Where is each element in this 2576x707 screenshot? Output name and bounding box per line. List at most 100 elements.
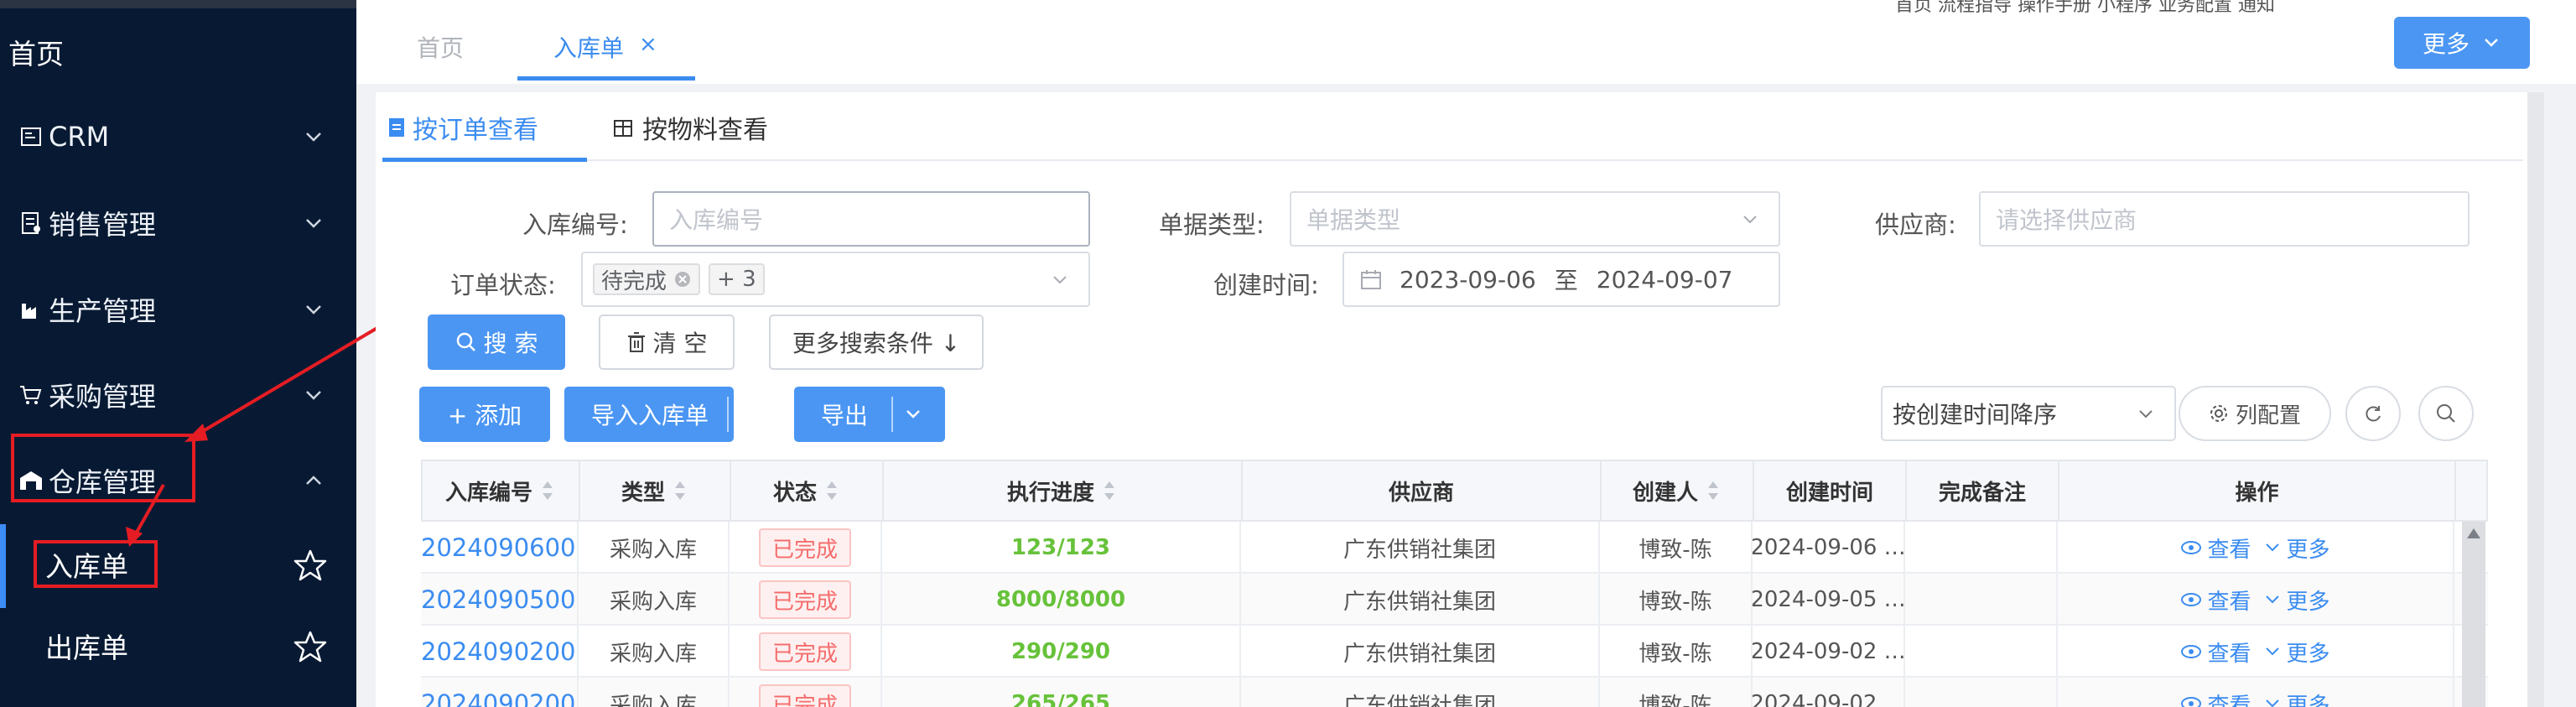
view-link[interactable]: 查看 [2180, 689, 2251, 707]
doc-type-select[interactable]: 单据类型 [1290, 191, 1780, 247]
column-header-progress[interactable]: 执行进度 [884, 461, 1243, 520]
sidebar-item-home[interactable]: 首页 [8, 32, 64, 72]
box-icon [614, 120, 632, 137]
inbound-no-input[interactable]: 入库编号 [652, 191, 1090, 247]
more-actions-link[interactable]: 更多 [2263, 689, 2330, 707]
export-button[interactable]: 导出 [794, 387, 945, 442]
import-button[interactable]: 导入入库单 [564, 387, 753, 442]
column-label: 创建人 [1632, 480, 1698, 506]
sales-icon [17, 209, 45, 237]
column-header-supplier: 供应商 [1243, 461, 1602, 520]
calendar-icon [1361, 270, 1381, 289]
table-scrollbar[interactable] [2462, 522, 2485, 707]
refresh-button[interactable] [2345, 386, 2401, 441]
chevron-down-icon [2485, 39, 2498, 47]
sort-icon [1708, 481, 1718, 500]
order-status-label: 订单状态: [450, 271, 556, 299]
page-scrollbar[interactable] [2527, 92, 2544, 707]
view-link[interactable]: 查看 [2180, 533, 2251, 564]
table-search-button[interactable] [2418, 386, 2474, 441]
created-time-cell: 2024-09-06 … [1753, 522, 1905, 574]
status-tag-count: + 3 [709, 263, 765, 295]
tab-underline [382, 158, 587, 162]
sidebar-item-outbound[interactable]: 出库单 [0, 608, 356, 684]
doc-type-placeholder: 单据类型 [1306, 206, 1401, 234]
chevron-up-icon [306, 476, 321, 485]
status-badge: 已完成 [758, 632, 851, 671]
crm-icon [17, 122, 45, 151]
status-tag: 待完成 [593, 263, 701, 295]
column-header-creator[interactable]: 创建人 [1602, 461, 1754, 520]
star-icon[interactable] [293, 548, 327, 582]
sidebar-item-label: 出库单 [45, 632, 128, 664]
status-cell: 已完成 [730, 678, 882, 707]
eye-icon [2181, 593, 2202, 606]
note-cell [1905, 678, 2058, 707]
sidebar-item-sales[interactable]: 销售管理 [17, 198, 335, 248]
star-icon[interactable] [293, 630, 327, 663]
supplier-select[interactable]: 请选择供应商 [1979, 191, 2470, 247]
creator-cell: 博致-陈 [1600, 626, 1753, 678]
order-status-select[interactable]: 待完成 + 3 [581, 252, 1090, 307]
search-button[interactable]: 搜 索 [428, 315, 565, 370]
sidebar-top-strip [0, 0, 356, 8]
chevron-down-icon[interactable] [903, 404, 923, 424]
column-header-no[interactable]: 入库编号 [423, 461, 580, 520]
sort-icon [675, 481, 685, 500]
tab-home[interactable]: 首页 [417, 30, 464, 64]
view-label: 查看 [2207, 537, 2251, 563]
creator-cell: 博致-陈 [1600, 574, 1753, 626]
tab-inbound[interactable]: 入库单 [553, 30, 624, 64]
progress-value: 8000/8000 [995, 587, 1126, 612]
progress-value: 265/265 [1010, 691, 1111, 707]
sidebar-item-label: 生产管理 [49, 295, 157, 327]
view-link[interactable]: 查看 [2180, 585, 2251, 616]
add-button[interactable]: + 添加 [419, 387, 550, 442]
more-actions-link[interactable]: 更多 [2263, 637, 2330, 668]
more-button[interactable]: 更多 [2394, 17, 2530, 69]
column-label: 创建时间 [1785, 480, 1873, 506]
sidebar-item-crm[interactable]: CRM [17, 112, 335, 162]
inbound-no-link[interactable]: 20240905001 [421, 574, 579, 626]
column-label: 执行进度 [1006, 480, 1094, 506]
inbound-no-link[interactable]: 20240902003 [421, 626, 579, 678]
view-label: 查看 [2207, 693, 2251, 707]
column-config-label: 列配置 [2235, 403, 2301, 429]
column-header-status[interactable]: 状态 [731, 461, 884, 520]
close-icon[interactable]: × [639, 32, 657, 57]
tab-by-order[interactable]: 按订单查看 [387, 109, 538, 146]
view-link[interactable]: 查看 [2180, 637, 2251, 668]
column-label: 操作 [2235, 480, 2279, 506]
progress-cell: 265/265 [882, 678, 1241, 707]
inbound-no-label: 入库编号: [522, 211, 628, 239]
column-header-type[interactable]: 类型 [580, 461, 731, 520]
trash-icon [627, 332, 645, 352]
chevron-down-icon [1743, 216, 1757, 224]
type-cell: 采购入库 [579, 574, 730, 626]
scroll-up-icon[interactable] [2467, 528, 2480, 538]
more-conditions-button[interactable]: 更多搜索条件 ↓ [769, 315, 984, 370]
note-cell [1905, 522, 2058, 574]
close-icon[interactable] [673, 270, 692, 289]
inbound-no-link[interactable]: 20240902002 [421, 678, 579, 707]
sidebar-item-production[interactable]: 生产管理 [17, 284, 335, 335]
search-icon [2437, 404, 2455, 423]
more-actions-link[interactable]: 更多 [2263, 585, 2330, 616]
import-button-label: 导入入库单 [591, 402, 709, 429]
status-badge: 已完成 [758, 684, 851, 707]
actions-cell: 查看 更多 [2058, 626, 2454, 678]
progress-cell: 8000/8000 [882, 574, 1241, 626]
chevron-down-icon [2265, 699, 2279, 707]
chevron-down-icon[interactable] [736, 404, 756, 424]
more-actions-link[interactable]: 更多 [2263, 533, 2330, 564]
inbound-no-link[interactable]: 20240906001 [421, 522, 579, 574]
sort-select[interactable]: 按创建时间降序 [1881, 386, 2176, 441]
sidebar-item-label: 销售管理 [49, 209, 157, 241]
tab-by-material[interactable]: 按物料查看 [612, 109, 768, 146]
top-links[interactable]: 首页 流程指导 操作手册 小程序 业务配置 通知 [1895, 0, 2275, 17]
clear-button[interactable]: 清 空 [599, 315, 735, 370]
sort-select-value: 按创建时间降序 [1893, 401, 2058, 429]
sidebar-item-purchase[interactable]: 采购管理 [17, 370, 335, 420]
column-config-button[interactable]: 列配置 [2179, 386, 2331, 441]
created-time-range[interactable]: 2023-09-06 至 2024-09-07 [1343, 252, 1780, 307]
